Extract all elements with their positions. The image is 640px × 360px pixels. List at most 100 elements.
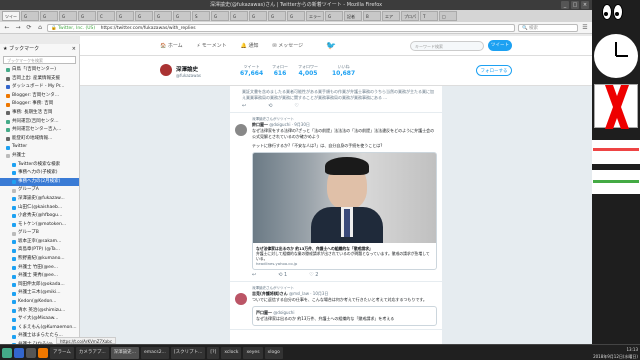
bookmark-item[interactable]: Blogger: 吉岡センタ... xyxy=(0,92,79,101)
bookmark-item[interactable]: グループB xyxy=(0,229,79,238)
bookmark-item[interactable]: 清水 英治(@shimizu... xyxy=(0,307,79,316)
bookmark-item[interactable]: 山田仁(@kaishaeb... xyxy=(0,204,79,213)
xeyes-icon[interactable] xyxy=(602,4,624,28)
follow-button[interactable]: フォローする xyxy=(476,65,512,76)
tweet-button[interactable]: ツイート xyxy=(488,40,512,51)
bookmark-item[interactable]: 共同運営(吉岡センタ... xyxy=(0,118,79,127)
bookmark-item[interactable]: グループA xyxy=(0,186,79,195)
profile-name[interactable]: 深澤諭史 xyxy=(176,65,198,73)
bookmark-item[interactable]: Kedon(@Kedon... xyxy=(0,298,79,307)
terminal-thumbnail[interactable] xyxy=(592,170,640,194)
browser-tab[interactable]: C xyxy=(97,11,115,21)
bookmark-item[interactable]: 事務: 長期生活 吉岡 xyxy=(0,109,79,118)
bookmark-item[interactable]: 弁護士 東秀(@ee... xyxy=(0,272,79,281)
browser-tab[interactable]: G xyxy=(325,11,343,21)
tweet[interactable]: 深澤諭史さんがリツイート 鈴口屋一 @doiguchi · 9月30日 なぜ法律… xyxy=(230,113,442,282)
bookmark-item[interactable]: 深澤諭史(@fukazaw... xyxy=(0,195,79,204)
forward-button[interactable]: → xyxy=(14,24,22,32)
terminal-thumbnail[interactable] xyxy=(592,140,640,164)
browser-tab[interactable]: G xyxy=(40,11,58,21)
browser-tab[interactable]: G xyxy=(21,11,39,21)
browser-tab[interactable]: 記者 xyxy=(344,11,362,21)
avatar[interactable] xyxy=(235,124,247,136)
browser-tab[interactable]: G xyxy=(211,11,229,21)
stat-likes[interactable]: いいね 10,687 xyxy=(332,64,355,77)
home-button[interactable]: ⌂ xyxy=(36,24,44,32)
bookmark-item[interactable]: 熊野嘉紀(@kumano... xyxy=(0,255,79,264)
stat-tweets[interactable]: ツイート 67,664 xyxy=(240,64,263,77)
taskbar-window-button[interactable]: [?] xyxy=(207,346,220,359)
terminal-icon[interactable] xyxy=(26,347,36,358)
bookmark-item[interactable]: 事務へ力の(2月検索) xyxy=(0,177,79,187)
search-bar[interactable]: 🔍 検索 xyxy=(518,23,578,32)
retweet-icon[interactable]: ⟲ xyxy=(268,103,272,109)
twitter-search-input[interactable]: キーワード検索 xyxy=(410,41,484,51)
clock[interactable]: 13:13 2018年9月12日(水曜日) xyxy=(593,346,638,360)
bookmark-item[interactable]: Twitterの検索な検索 xyxy=(0,161,79,170)
bookmark-item[interactable]: くまえもん(@Kumaemon... xyxy=(0,324,79,333)
bookmark-item[interactable]: 坂本正幸(@sakam... xyxy=(0,238,79,247)
menu-icon[interactable]: ☰ xyxy=(581,24,589,32)
browser-tab[interactable]: G xyxy=(268,11,286,21)
tweet[interactable]: 深澤諭史さんがリツイート 吉見(弁護将棋)さん @msl_law · 10月3日… xyxy=(230,282,442,330)
launcher-icon[interactable] xyxy=(14,347,24,358)
quoted-tweet[interactable]: 戸口屋一 @doiguchi なぜ法律家は出るのか 約13万件、弁護士への組織的… xyxy=(252,306,437,326)
bookmark-item[interactable]: 吉岡上出: 産業情報支援 xyxy=(0,75,79,84)
bookmark-item[interactable]: 能登町の地域情報... xyxy=(0,135,79,144)
start-menu-icon[interactable] xyxy=(2,347,12,358)
bookmark-item[interactable]: Blogger: 事務: 吉岡 xyxy=(0,100,79,109)
window-titlebar[interactable]: 深澤諭史(@fukazawas)さん | Twitterからの新着ツイート - … xyxy=(0,0,592,10)
taskbar-window-button[interactable]: xlogo xyxy=(264,346,283,359)
like-icon[interactable]: ♡ xyxy=(294,103,298,109)
twitter-bird-icon[interactable]: 🐦 xyxy=(326,41,336,50)
link-card[interactable]: なぜ法律家は出るのか 約13万件、弁護士への組織的な「懲戒請求」 弁護士に対して… xyxy=(252,152,437,270)
browser-tab[interactable]: エラー xyxy=(306,11,324,21)
browser-tab[interactable]: T xyxy=(420,11,438,21)
bookmark-item[interactable]: 白鳥「(吉岡センター) xyxy=(0,66,79,75)
avatar[interactable] xyxy=(160,64,172,76)
back-button[interactable]: ← xyxy=(3,24,11,32)
stat-followers[interactable]: フォロワー 4,005 xyxy=(298,64,318,77)
nav-notifications[interactable]: 🔔 通知 xyxy=(241,42,259,49)
reply-icon[interactable]: ↩ xyxy=(242,103,246,109)
reload-button[interactable]: ⟳ xyxy=(25,24,33,32)
nav-messages[interactable]: ✉ メッセージ xyxy=(272,42,303,49)
xlogo-icon[interactable] xyxy=(594,84,638,129)
browser-tab[interactable]: G xyxy=(287,11,305,21)
browser-tab[interactable]: G xyxy=(135,11,153,21)
bookmark-item[interactable]: モトケン(@motoken... xyxy=(0,221,79,230)
bookmark-search-input[interactable]: ブックマークを検索 xyxy=(3,56,76,64)
taskbar-window-button[interactable]: [スクリプト... xyxy=(170,346,206,359)
taskbar-window-button[interactable]: 深澤諭史... xyxy=(110,346,139,359)
browser-tab[interactable]: G xyxy=(173,11,191,21)
close-button[interactable]: × xyxy=(581,1,589,9)
firefox-icon[interactable] xyxy=(38,347,48,358)
browser-tab[interactable]: G xyxy=(116,11,134,21)
maximize-button[interactable]: □ xyxy=(571,1,579,9)
browser-tab[interactable]: エア xyxy=(382,11,400,21)
bookmark-item[interactable]: 弁護士三木(@miki... xyxy=(0,289,79,298)
nav-home[interactable]: 🏠 ホーム xyxy=(160,42,183,49)
browser-tab[interactable]: G xyxy=(154,11,172,21)
browser-tab[interactable]: G xyxy=(59,11,77,21)
taskbar-window-button[interactable]: emacs2... xyxy=(140,346,169,359)
taskbar-window-button[interactable]: xeyes xyxy=(243,346,263,359)
taskbar-window-button[interactable]: xclock xyxy=(221,346,242,359)
browser-tab[interactable]: □ xyxy=(439,11,457,21)
browser-tab[interactable]: G xyxy=(230,11,248,21)
bookmark-item[interactable]: 共同運営センター吉入... xyxy=(0,126,79,135)
browser-tab[interactable]: G xyxy=(249,11,267,21)
like-icon[interactable]: ♡ 2 xyxy=(309,272,318,278)
bookmark-item[interactable]: Twitter xyxy=(0,143,79,152)
browser-tab[interactable]: B xyxy=(363,11,381,21)
xclock-icon[interactable] xyxy=(594,34,638,78)
nav-moments[interactable]: ⚡ モーメント xyxy=(197,42,227,49)
bookmark-item[interactable]: 事務へ力の(子検索) xyxy=(0,169,79,178)
bookmark-item[interactable]: 高島章(PTP) (@Ta... xyxy=(0,246,79,255)
browser-tab[interactable]: S xyxy=(192,11,210,21)
bookmark-item[interactable]: 小倉秀夫(@hfbogu... xyxy=(0,212,79,221)
minimize-button[interactable]: _ xyxy=(561,1,569,9)
bookmark-item[interactable]: 岡田伸太郎(@okada... xyxy=(0,281,79,290)
browser-tab[interactable]: G xyxy=(78,11,96,21)
stat-following[interactable]: フォロー 616 xyxy=(272,64,288,77)
